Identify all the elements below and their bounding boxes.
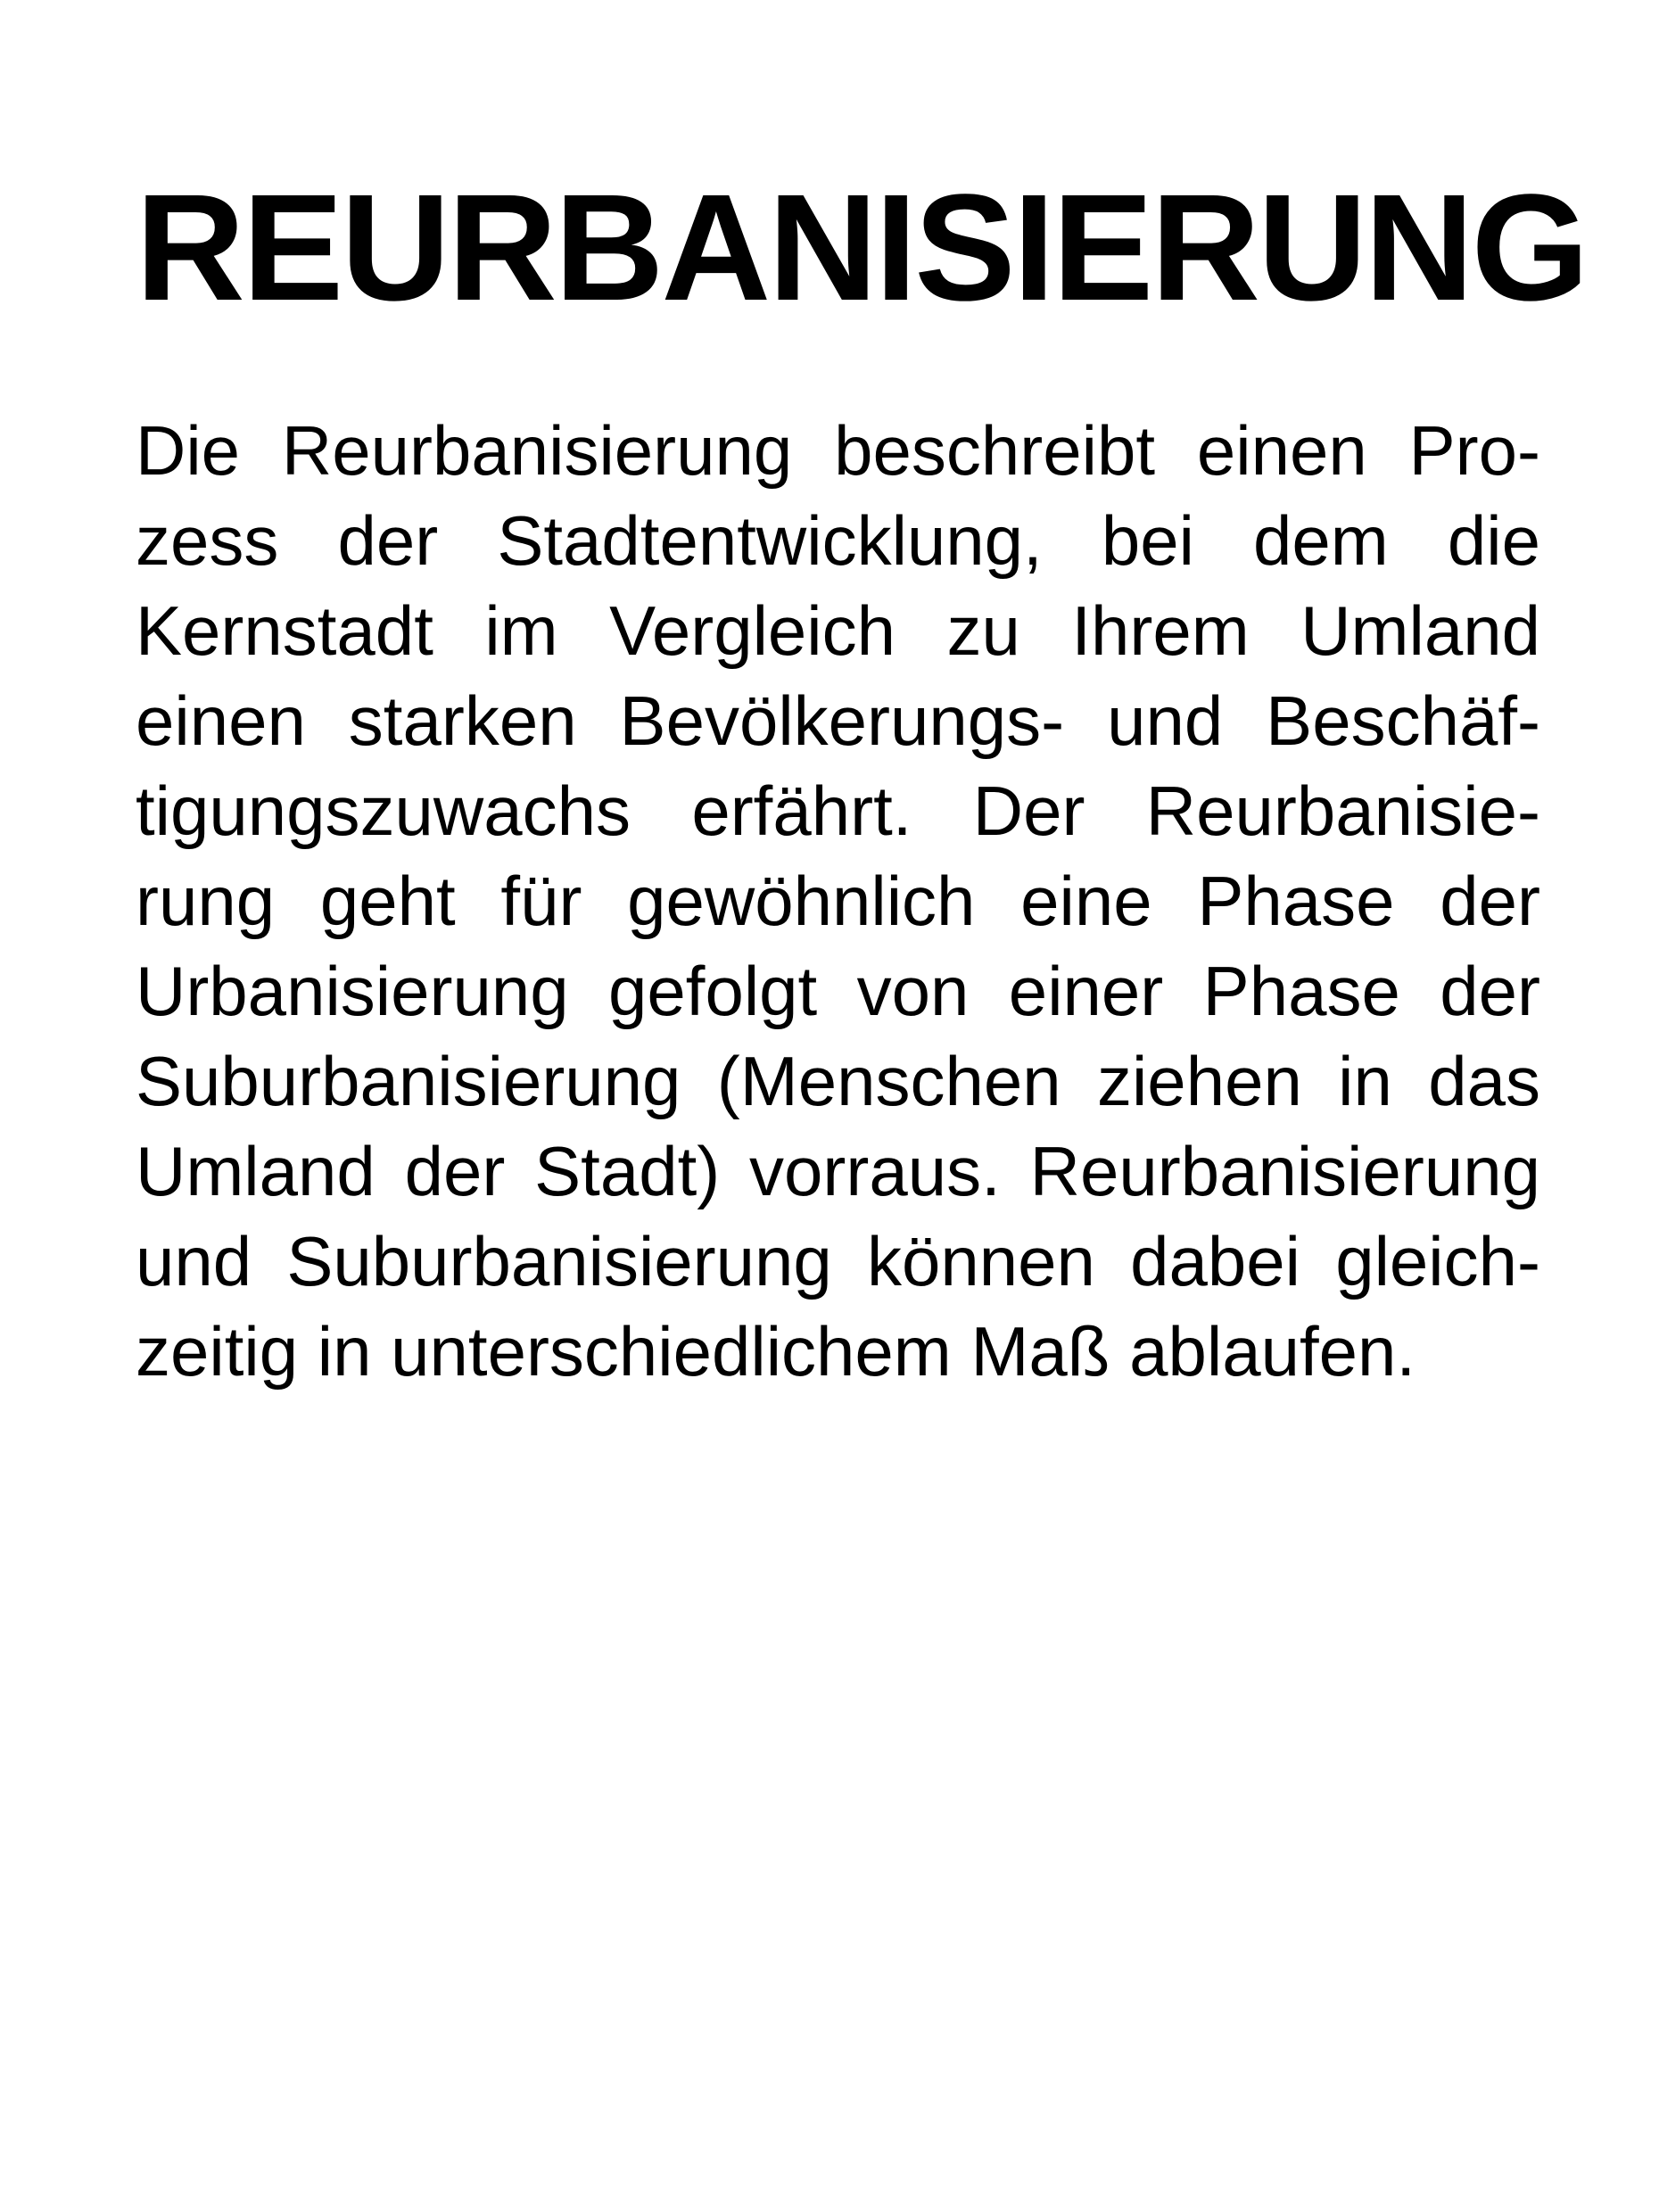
paragraph-line: zeitig in unterschiedlichem Maß ablaufen… [136,1312,1416,1391]
document-page: REURBANISIERUNG Die Reurbanisierung besc… [136,0,1589,2212]
paragraph-line: Die Reurbanisierung beschreibt einen Pro… [136,411,1540,490]
paragraph-line: rung geht für gewöhnlich eine Phase der [136,862,1540,940]
paragraph-line: Urbanisierung gefolgt von einer Phase de… [136,952,1540,1030]
paragraph-line: einen starken Bevölkerungs- und Beschäf- [136,681,1540,760]
paragraph-line: Kernstadt im Vergleich zu Ihrem Umland [136,591,1540,670]
paragraph-line: zess der Stadtentwicklung, bei dem die [136,501,1540,580]
paragraph-line: tigungszuwachs erfährt. Der Reurbanisie- [136,772,1540,850]
paragraph-line: Suburbanisierung (Menschen ziehen in das [136,1042,1540,1120]
body-paragraph: Die Reurbanisierung beschreibt einen Pro… [136,406,1540,1397]
page-title: REURBANISIERUNG [136,163,1589,333]
paragraph-line: und Suburbanisierung können dabei gleich… [136,1222,1540,1300]
paragraph-line: Umland der Stadt) vorraus. Reurbanisieru… [136,1132,1540,1210]
